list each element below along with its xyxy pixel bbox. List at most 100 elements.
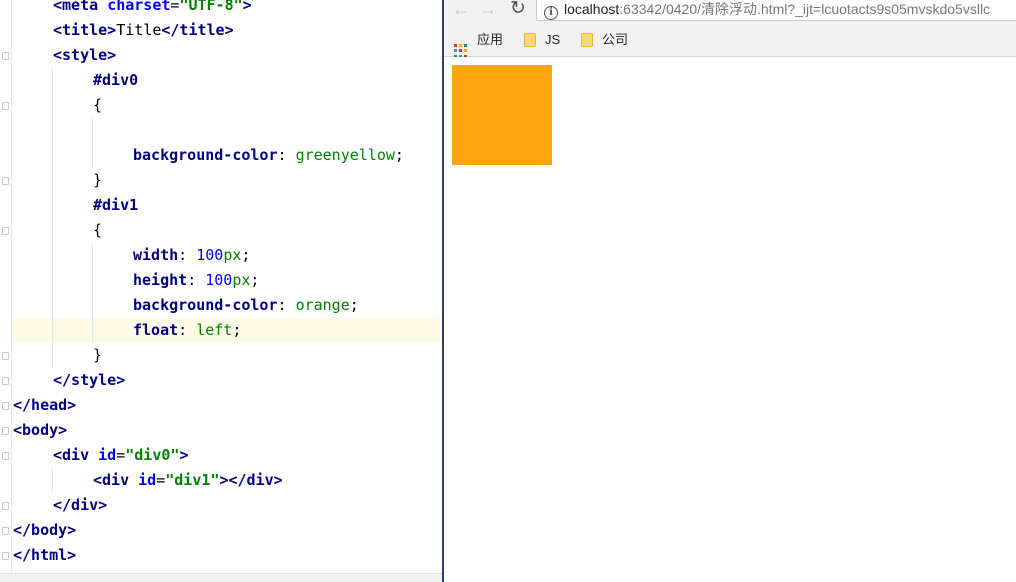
bookmarks-bar: 应用 JS 公司 — [444, 24, 1016, 58]
fold-marker-icon[interactable] — [2, 52, 9, 60]
code-token: : — [277, 146, 296, 164]
reload-icon[interactable]: ↻ — [507, 0, 529, 20]
indent-guide — [52, 143, 53, 168]
code-line[interactable]: width: 100px; — [13, 243, 442, 268]
url-path: :63342/0420/清除浮动.html?_ijt=lcuotacts9s05… — [619, 1, 991, 17]
info-icon[interactable]: i — [544, 6, 558, 20]
indent-guide — [52, 318, 53, 343]
code-line[interactable]: </style> — [13, 368, 442, 393]
forward-arrow-icon[interactable]: → — [477, 0, 499, 20]
code-line[interactable]: </body> — [13, 518, 442, 543]
code-line[interactable]: background-color: greenyellow; — [13, 143, 442, 168]
code-token: ; — [394, 146, 404, 164]
code-token: > — [179, 446, 189, 464]
code-line[interactable]: #div1 — [13, 193, 442, 218]
code-text: float: left; — [133, 318, 241, 343]
code-token: <body> — [13, 421, 68, 439]
code-token: { — [93, 96, 103, 114]
code-text: height: 100px; — [133, 268, 259, 293]
indent-guide — [52, 193, 53, 218]
fold-marker-icon[interactable] — [2, 527, 9, 535]
code-text: #div0 — [93, 68, 138, 93]
folder-icon — [524, 33, 536, 47]
code-token: </div> — [53, 496, 108, 514]
code-token: charset — [107, 0, 171, 14]
fold-marker-icon[interactable] — [2, 452, 9, 460]
code-line[interactable]: <title>Title</title> — [13, 18, 442, 43]
code-line[interactable]: <div id="div1"></div> — [13, 468, 442, 493]
fold-marker-icon[interactable] — [2, 552, 9, 560]
code-token: </title> — [161, 21, 234, 39]
indent-guide — [52, 468, 53, 493]
indent-guide — [52, 243, 53, 268]
back-arrow-icon[interactable]: ← — [450, 0, 472, 20]
code-token: = — [116, 446, 126, 464]
bookmark-folder-company[interactable]: 公司 — [581, 31, 628, 49]
fold-marker-icon[interactable] — [2, 502, 9, 510]
code-line[interactable]: background-color: orange; — [13, 293, 442, 318]
fold-marker-icon[interactable] — [2, 227, 9, 235]
code-token: greenyellow — [295, 146, 395, 164]
editor-scrollbar[interactable] — [0, 573, 442, 582]
code-line[interactable]: { — [13, 218, 442, 243]
page-viewport[interactable] — [444, 57, 1016, 582]
bookmark-apps[interactable]: 应用 — [454, 31, 504, 58]
code-token: 100 — [205, 271, 233, 289]
code-token: background-color — [133, 146, 278, 164]
code-editor[interactable]: <meta charset="UTF-8"> <title>Title</titl… — [0, 0, 442, 582]
code-token: > — [242, 0, 252, 14]
indent-guide — [92, 118, 93, 143]
code-text: { — [93, 218, 102, 243]
code-token: = — [156, 471, 166, 489]
code-token: id — [138, 471, 157, 489]
code-text: </div> — [53, 493, 107, 518]
code-line[interactable]: <meta charset="UTF-8"> — [13, 0, 442, 18]
bookmark-folder-js[interactable]: JS — [524, 31, 560, 49]
code-token: : — [277, 296, 296, 314]
bookmark-label: JS — [545, 32, 561, 47]
code-token: Title — [116, 21, 162, 39]
code-token: 100 — [196, 246, 224, 264]
code-text: #div1 — [93, 193, 138, 218]
code-line[interactable]: <body> — [13, 418, 442, 443]
code-line[interactable]: #div0 — [13, 68, 442, 93]
indent-guide — [92, 293, 93, 318]
code-token: px — [223, 246, 242, 264]
code-line[interactable]: } — [13, 168, 442, 193]
code-line[interactable]: </div> — [13, 493, 442, 518]
code-token: width — [133, 246, 179, 264]
code-line[interactable]: <div id="div0"> — [13, 443, 442, 468]
folder-icon — [581, 33, 593, 47]
code-line[interactable]: } — [13, 343, 442, 368]
code-token: <div — [53, 446, 99, 464]
code-token: #div0 — [93, 71, 139, 89]
address-bar[interactable]: i localhost:63342/0420/清除浮动.html?_ijt=lcu… — [536, 0, 1016, 21]
fold-marker-icon[interactable] — [2, 402, 9, 410]
fold-marker-icon[interactable] — [2, 352, 9, 360]
fold-marker-icon[interactable] — [2, 427, 9, 435]
fold-marker-icon[interactable] — [2, 102, 9, 110]
fold-marker-icon[interactable] — [2, 177, 9, 185]
code-line[interactable]: height: 100px; — [13, 268, 442, 293]
bookmark-label: 应用 — [477, 32, 504, 47]
code-line[interactable]: </html> — [13, 543, 442, 568]
url-host: localhost — [564, 1, 620, 17]
indent-guide — [52, 218, 53, 243]
code-token: "div0" — [125, 446, 180, 464]
code-text: <div id="div1"></div> — [93, 468, 283, 493]
code-token: orange — [295, 296, 350, 314]
indent-guide — [92, 243, 93, 268]
code-token: background-color — [133, 296, 278, 314]
code-line[interactable]: <style> — [13, 43, 442, 68]
code-token: left — [196, 321, 233, 339]
code-line[interactable]: </head> — [13, 393, 442, 418]
code-area[interactable]: <meta charset="UTF-8"> <title>Title</titl… — [13, 0, 442, 568]
code-line[interactable]: { — [13, 93, 442, 118]
browser-toolbar: ← → ↻ i localhost:63342/0420/清除浮动.html?_i… — [444, 0, 1016, 24]
code-token: </style> — [53, 371, 126, 389]
code-line[interactable]: float: left; — [13, 318, 442, 343]
code-line[interactable] — [13, 118, 442, 143]
code-text: width: 100px; — [133, 243, 250, 268]
fold-marker-icon[interactable] — [2, 377, 9, 385]
indent-guide — [52, 118, 53, 143]
